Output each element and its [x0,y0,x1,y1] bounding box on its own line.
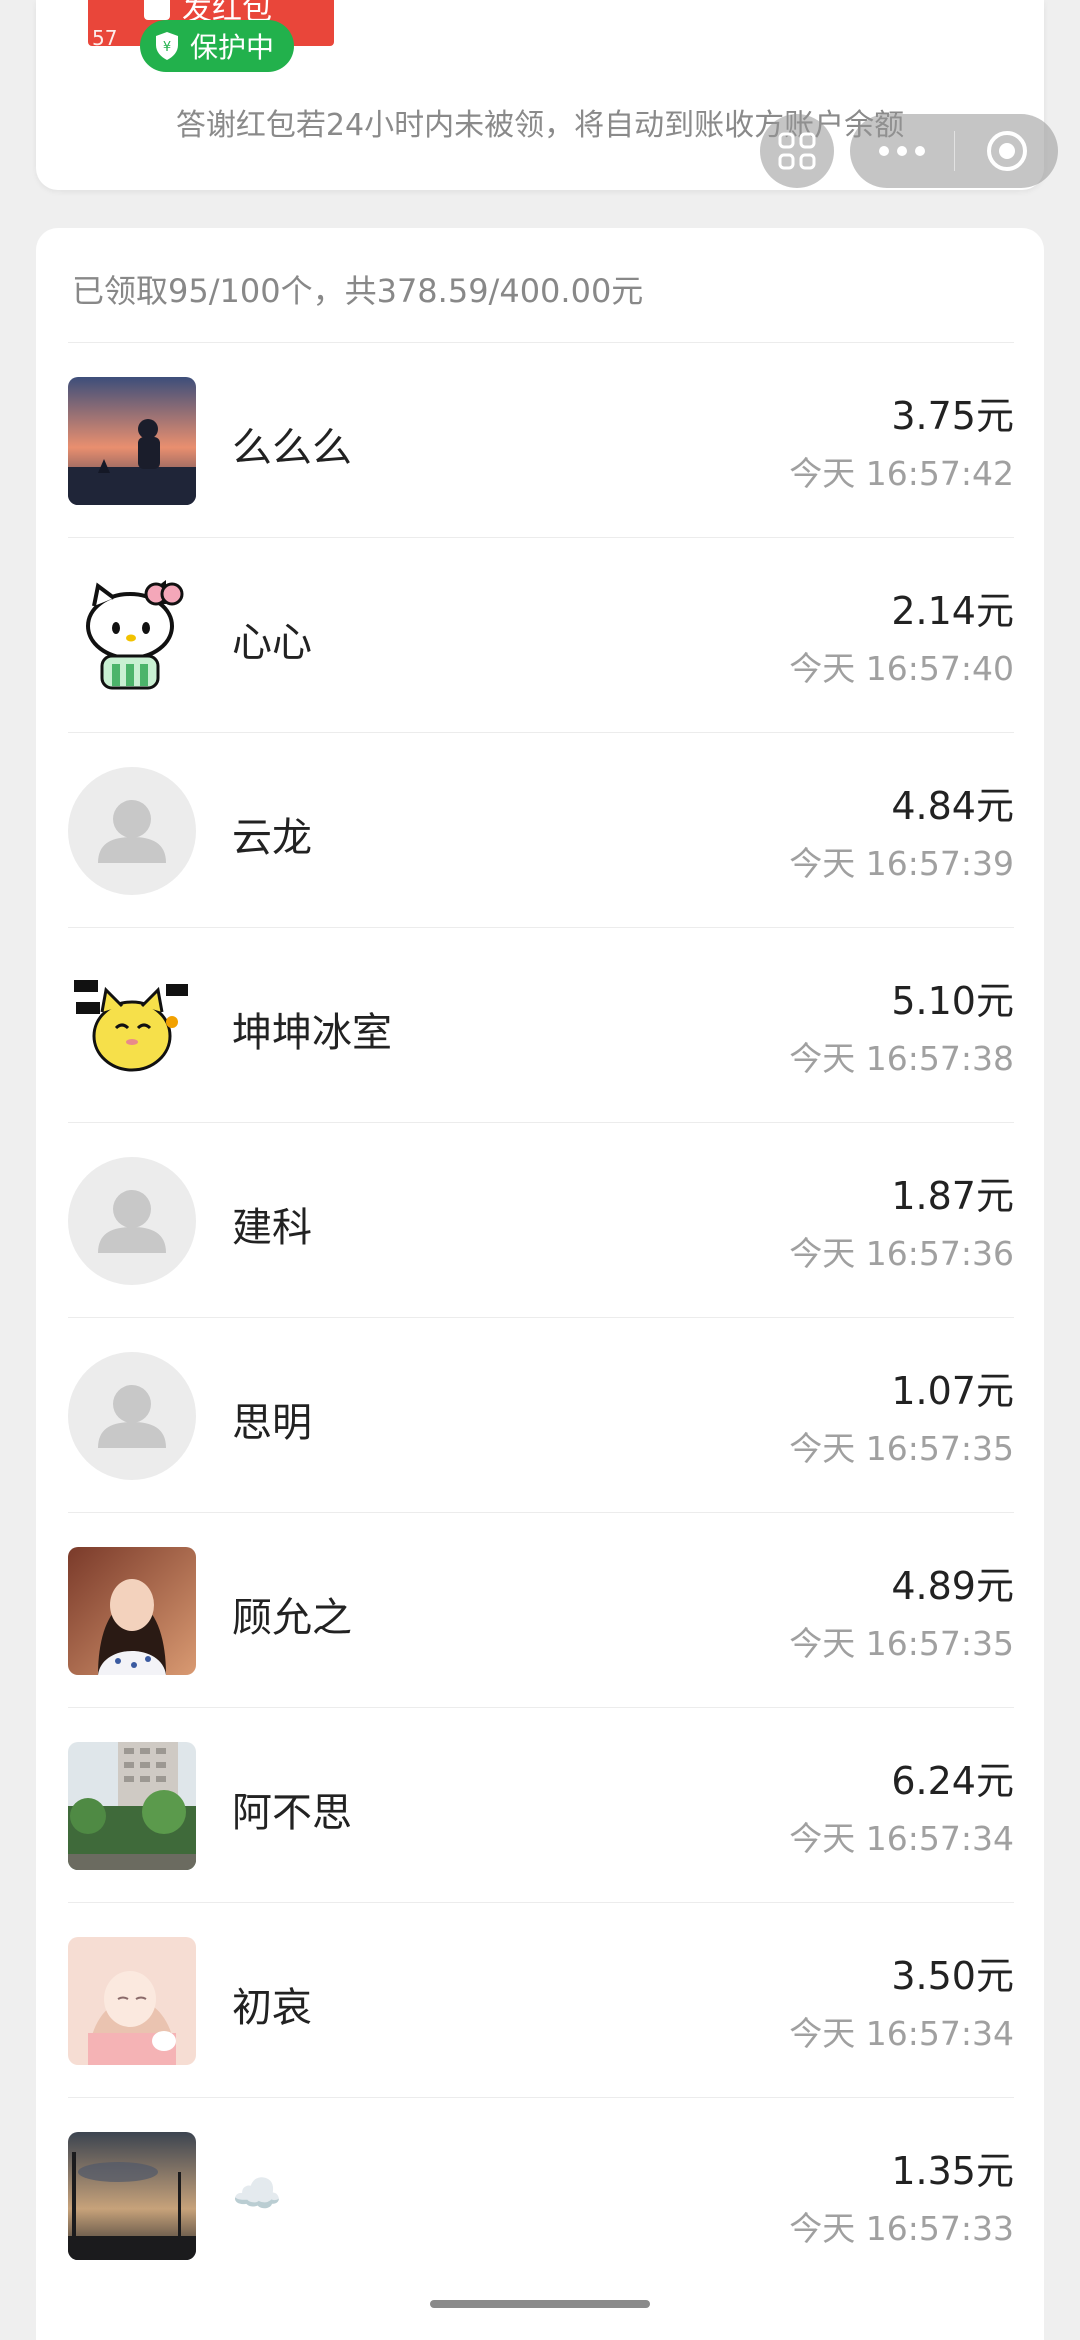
received-time: 今天 16:57:40 [789,649,1014,688]
received-amount: 1.87元 [891,1174,1014,1218]
protect-badge-label: 保护中 [190,31,275,64]
recipient-name: 心心 [232,620,312,666]
avatar[interactable] [68,1157,196,1285]
recipient-row[interactable]: 云龙 4.84元 今天 16:57:39 [68,732,1014,927]
received-amount: 1.07元 [891,1369,1014,1413]
avatar[interactable] [68,1352,196,1480]
avatar[interactable] [68,377,196,505]
received-amount: 5.10元 [891,979,1014,1023]
recipient-name: 阿不思 [232,1790,352,1836]
received-time: 今天 16:57:38 [789,1039,1014,1078]
received-amount: 2.14元 [891,589,1014,633]
received-amount: 1.35元 [891,2149,1014,2193]
recipient-row[interactable]: ☁️ 1.35元 今天 16:57:33 [68,2097,1014,2292]
received-amount: 6.24元 [891,1759,1014,1803]
claim-summary: 已领取95/100个，共378.59/400.00元 [72,272,644,310]
recipient-row[interactable]: 坤坤冰室 5.10元 今天 16:57:38 [68,927,1014,1122]
avatar[interactable] [68,2132,196,2260]
recipient-row[interactable]: 思明 1.07元 今天 16:57:35 [68,1317,1014,1512]
recipient-row[interactable]: 顾允之 4.89元 今天 16:57:35 [68,1512,1014,1707]
recipient-row[interactable]: 么么么 3.75元 今天 16:57:42 [68,342,1014,537]
avatar[interactable] [68,572,196,700]
recipient-row[interactable]: 阿不思 6.24元 今天 16:57:34 [68,1707,1014,1902]
recipient-name: 云龙 [232,815,312,861]
scan-icon [778,132,816,170]
received-time: 今天 16:57:35 [789,1429,1014,1468]
received-amount: 3.75元 [891,394,1014,438]
recipient-name: 建科 [232,1205,312,1251]
shield-icon: ¥ [156,32,178,60]
received-time: 今天 16:57:35 [789,1624,1014,1663]
svg-text:¥: ¥ [163,40,171,55]
recipient-row[interactable]: 心心 2.14元 今天 16:57:40 [68,537,1014,732]
red-packet-icon [144,0,170,20]
recipient-name: 思明 [232,1400,312,1446]
avatar[interactable] [68,1742,196,1870]
avatar[interactable] [68,962,196,1090]
scan-button[interactable] [760,114,834,188]
avatar[interactable] [68,767,196,895]
avatar[interactable] [68,1937,196,2065]
recipient-name: 顾允之 [232,1595,352,1641]
received-amount: 4.89元 [891,1564,1014,1608]
more-button[interactable] [850,114,954,188]
close-mini-program-button[interactable] [955,114,1058,188]
recipient-name: 么么么 [232,425,352,471]
received-time: 今天 16:57:34 [789,2014,1014,2053]
received-time: 今天 16:57:34 [789,1819,1014,1858]
red-packet-banner-number: 57 [92,26,118,46]
recipient-list-card: 已领取95/100个，共378.59/400.00元 么么么 3.75元 今天 … [36,228,1044,2340]
recipient-name: 初哀 [232,1985,312,2031]
recipient-row[interactable]: 初哀 3.50元 今天 16:57:34 [68,1902,1014,2097]
home-indicator[interactable] [430,2300,650,2308]
recipient-name: 坤坤冰室 [232,1010,392,1056]
mini-program-capsule [850,114,1058,188]
received-amount: 3.50元 [891,1954,1014,1998]
received-time: 今天 16:57:33 [789,2209,1014,2248]
avatar[interactable] [68,1547,196,1675]
protect-badge: ¥ 保护中 [140,20,295,72]
received-time: 今天 16:57:36 [789,1234,1014,1273]
recipient-name: ☁️ [232,2171,282,2217]
received-time: 今天 16:57:39 [789,844,1014,883]
received-amount: 4.84元 [891,784,1014,828]
recipient-row[interactable]: 建科 1.87元 今天 16:57:36 [68,1122,1014,1317]
recipient-list: 么么么 3.75元 今天 16:57:42 心心 2.14元 今天 16:57:… [68,342,1014,2292]
target-circle-icon [986,131,1027,171]
more-dots-icon [879,146,925,156]
received-time: 今天 16:57:42 [789,454,1014,493]
